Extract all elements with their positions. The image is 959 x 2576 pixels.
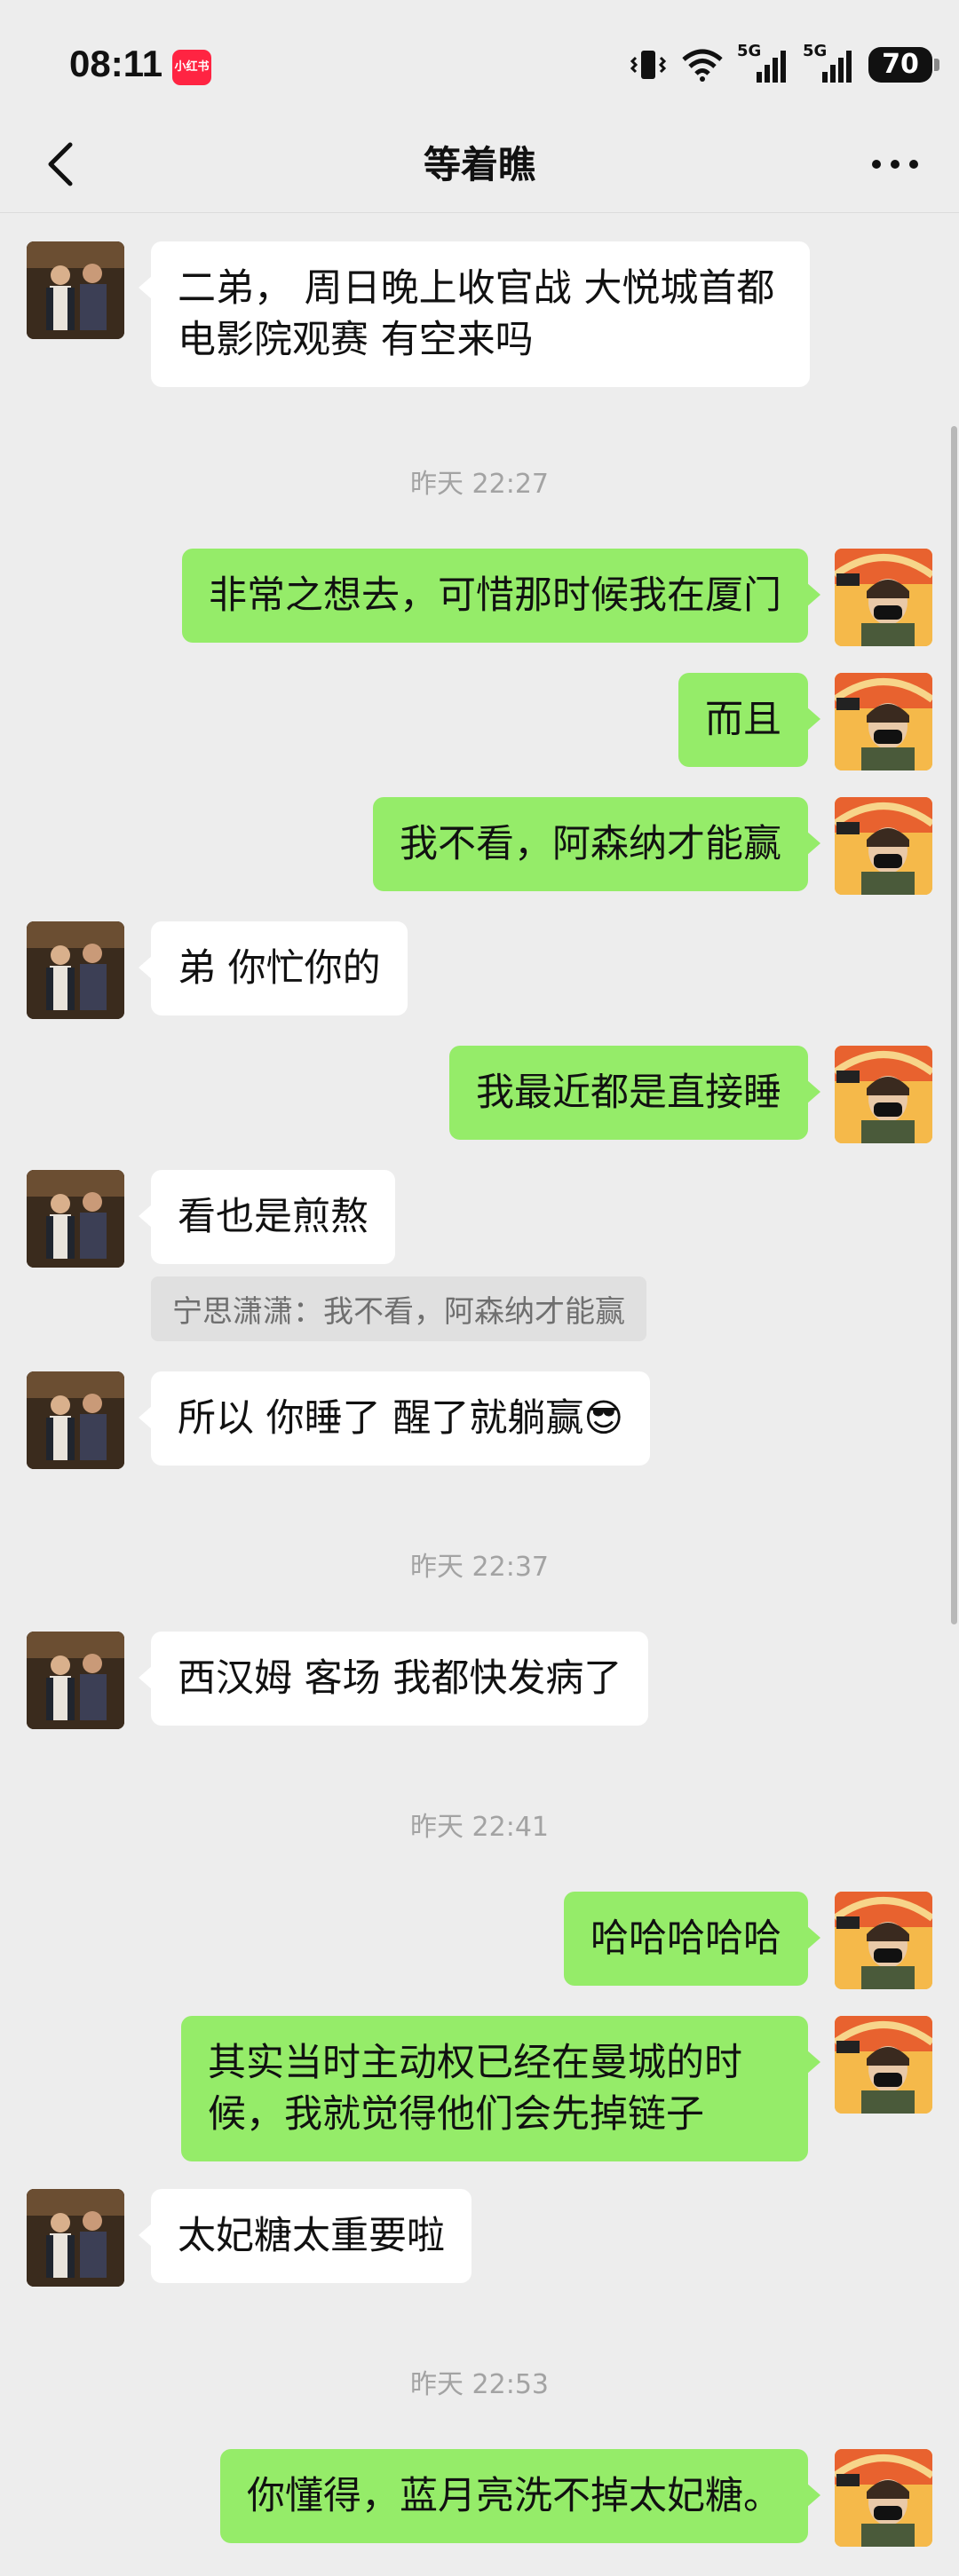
chat-messages[interactable]: 二弟， 周日晚上收官战 大悦城首都电影院观赛 有空来吗昨天 22:27 非常之想去… [0, 213, 959, 2576]
signal-1-icon: 5G [737, 42, 790, 84]
message-timestamp: 昨天 22:37 [410, 1552, 549, 1583]
vibrate-icon [630, 51, 667, 79]
my-avatar-photo [835, 549, 932, 646]
friend-avatar[interactable] [27, 2189, 124, 2287]
my-avatar[interactable] [835, 797, 932, 895]
friend-avatar[interactable] [27, 1632, 124, 1729]
my-message-bubble[interactable]: 哈哈哈哈哈 [564, 1892, 820, 1986]
friend-message-bubble[interactable]: 西汉姆 客场 我都快发病了 [138, 1632, 649, 1726]
signal-2-icon: 5G [803, 42, 856, 84]
my-avatar[interactable] [835, 549, 932, 646]
my-avatar[interactable] [835, 2016, 932, 2114]
more-dots-icon [872, 160, 918, 169]
my-message-bubble[interactable]: 非常之想去，可惜那时候我在厦门 [182, 549, 820, 643]
more-button[interactable] [861, 133, 929, 195]
my-message-bubble[interactable]: 我不看，阿森纳才能赢 [373, 797, 820, 891]
my-avatar[interactable] [835, 1046, 932, 1143]
message-timestamp: 昨天 22:53 [410, 2369, 549, 2400]
message-timestamp: 昨天 22:41 [410, 1812, 549, 1843]
status-time: 08:11 [69, 43, 163, 84]
status-icons: 5G 5G 70 [629, 42, 939, 87]
message-timestamp: 昨天 22:27 [410, 469, 549, 500]
friend-message-bubble[interactable]: 太妃糖太重要啦 [139, 2189, 472, 2283]
friend-avatar-photo [27, 1371, 124, 1469]
xiaohongshu-app-icon: 小红书 [172, 50, 211, 85]
status-bar: 08:11 小红书 5G 5G 70 [0, 0, 959, 133]
battery-icon: 70 [868, 47, 939, 83]
friend-avatar-photo [27, 1632, 124, 1729]
my-avatar[interactable] [835, 2449, 932, 2547]
friend-avatar[interactable] [27, 241, 124, 339]
my-avatar-photo [835, 1892, 932, 1989]
scrollbar[interactable] [951, 426, 957, 1624]
my-avatar[interactable] [835, 1892, 932, 1989]
my-avatar-photo [835, 2016, 932, 2114]
friend-message-bubble[interactable]: 弟 你忙你的 [139, 921, 408, 1015]
friend-avatar-photo [27, 1170, 124, 1268]
my-avatar-photo [835, 1046, 932, 1143]
my-avatar-photo [835, 673, 932, 770]
friend-avatar-photo [27, 921, 124, 1019]
my-avatar[interactable] [835, 673, 932, 770]
friend-avatar[interactable] [27, 1371, 124, 1469]
friend-avatar-photo [27, 241, 124, 339]
my-message-bubble[interactable]: 其实当时主动权已经在曼城的时候，我就觉得他们会先掉链子 [181, 2016, 820, 2161]
friend-message-bubble[interactable]: 所以 你睡了 醒了就躺赢😎 [138, 1371, 651, 1466]
friend-message-bubble[interactable]: 二弟， 周日晚上收官战 大悦城首都电影院观赛 有空来吗 [139, 241, 810, 387]
my-message-bubble[interactable]: 我最近都是直接睡 [449, 1046, 820, 1140]
chat-title: 等着瞧 [423, 143, 535, 186]
friend-avatar[interactable] [27, 1170, 124, 1268]
my-avatar-photo [835, 2449, 932, 2547]
quoted-reply[interactable]: 宁思潇潇：我不看，阿森纳才能赢 [151, 1276, 646, 1341]
friend-avatar-photo [27, 2189, 124, 2287]
my-message-bubble[interactable]: 而且 [678, 673, 820, 767]
my-avatar-photo [835, 797, 932, 895]
my-message-bubble[interactable]: 你懂得，蓝月亮洗不掉太妃糖。 [220, 2449, 820, 2543]
friend-avatar[interactable] [27, 921, 124, 1019]
wifi-icon [682, 49, 723, 82]
chat-header: 等着瞧 [0, 115, 959, 213]
friend-message-bubble[interactable]: 看也是煎熬 [139, 1170, 395, 1264]
